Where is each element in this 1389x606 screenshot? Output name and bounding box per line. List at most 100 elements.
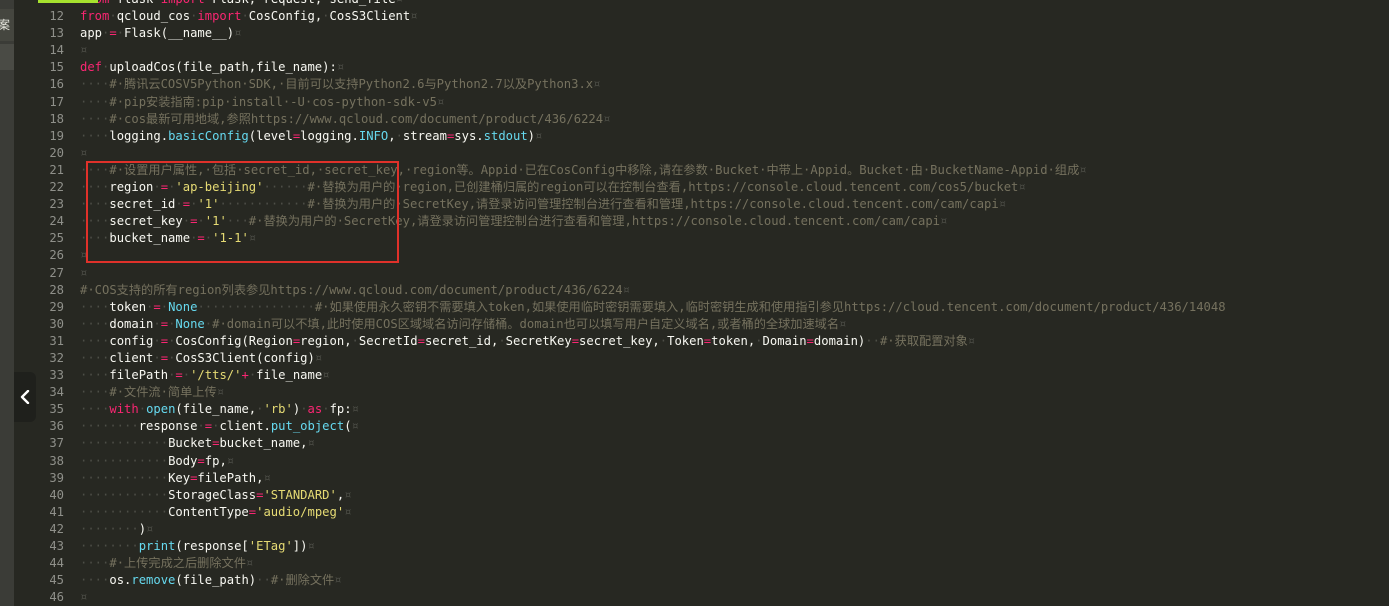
line-number: 44 xyxy=(49,556,64,571)
code-line[interactable]: 33 ····filePath·=·'/tts/'+·file_name¤ xyxy=(14,367,1389,384)
code-line[interactable]: 26 ¤ xyxy=(14,247,1389,264)
code-line[interactable]: 28 #·COS支持的所有region列表参见https://www.qcloud… xyxy=(14,282,1389,299)
code-line[interactable]: 19 ····logging.basicConfig(level=logging.… xyxy=(14,128,1389,145)
code-token: domain) xyxy=(813,333,866,348)
code-line[interactable]: 34 ····#·文件流·简单上传¤ xyxy=(14,384,1389,401)
code-token: ¤ xyxy=(535,128,543,143)
code-line[interactable]: 20 ¤ xyxy=(14,145,1389,162)
code-token: = xyxy=(160,316,169,331)
code-token: open xyxy=(146,402,176,417)
code-token: bucket_name, xyxy=(219,436,308,451)
code-token: ¤ xyxy=(622,282,630,297)
code-line[interactable]: 37 ············Bucket=bucket_name,¤ xyxy=(14,435,1389,452)
code-line[interactable]: 45 ····os.remove(file_path)··#·删除文件¤ xyxy=(14,572,1389,589)
code-token: ············ xyxy=(80,504,169,519)
line-number: 26 xyxy=(49,248,64,263)
code-text: ····client·=·CosS3Client(config)¤ xyxy=(80,351,322,365)
code-token: Domain xyxy=(762,333,807,348)
line-number: 41 xyxy=(49,504,64,519)
code-line[interactable]: 44 ····#·上传完成之后删除文件¤ xyxy=(14,555,1389,572)
line-number: 28 xyxy=(49,282,64,297)
code-token: 'ETag' xyxy=(248,539,293,553)
code-lines: 11from·flask·import·Flask,·request,·send… xyxy=(14,0,1389,606)
code-token: ···· xyxy=(80,556,110,571)
side-panel-tab-2[interactable] xyxy=(0,44,14,70)
code-text: ····config·=·CosConfig(Region=region,·Se… xyxy=(80,334,975,348)
code-token: ···· xyxy=(80,94,110,109)
code-line[interactable]: 38 ············Body=fp,¤ xyxy=(14,453,1389,470)
code-line[interactable]: 16 ····#·腾讯云COSV5Python·SDK,·目前可以支持Python… xyxy=(14,76,1389,93)
side-panel-tab[interactable]: 案 xyxy=(0,9,14,41)
code-token: = xyxy=(806,333,814,348)
code-token: (level xyxy=(248,128,293,143)
code-token: ( xyxy=(344,419,352,434)
code-line[interactable]: 39 ············Key=filePath,¤ xyxy=(14,470,1389,487)
code-line[interactable]: 25 ····bucket_name·=·'1-1'¤ xyxy=(14,230,1389,247)
code-token: ············ xyxy=(80,453,169,468)
code-line[interactable]: 11from·flask·import·Flask,·request,·send… xyxy=(14,0,1389,8)
code-token: · xyxy=(182,368,191,383)
code-token: ¤ xyxy=(998,197,1007,212)
code-token: ···· xyxy=(80,402,110,417)
code-line[interactable]: 18 ····#·cos最新可用地域,参照https://www.qcloud.c… xyxy=(14,111,1389,128)
code-token: '1-1' xyxy=(212,231,249,246)
code-line[interactable]: 13 app·=·Flask(__name__)¤ xyxy=(14,25,1389,42)
code-token: client. xyxy=(219,419,271,434)
code-token: ContentType xyxy=(168,504,249,519)
code-line[interactable]: 32 ····client·=·CosS3Client(config)¤ xyxy=(14,350,1389,367)
code-token: ¤ xyxy=(314,350,323,365)
code-text: ¤ xyxy=(80,248,87,262)
side-panel-tab-label: 案 xyxy=(0,18,11,32)
code-line[interactable]: 14 ¤ xyxy=(14,42,1389,59)
code-line[interactable]: 30 ····domain·=·None·#·domain可以不填,此时使用COS… xyxy=(14,316,1389,333)
code-token: secret_key, xyxy=(579,333,660,348)
line-number: 19 xyxy=(49,128,64,143)
code-line[interactable]: 35 ····with·open(file_name,·'rb')·as·fp:¤ xyxy=(14,401,1389,418)
code-line[interactable]: 22 ····region·=·'ap-beijing'······#·替换为用户… xyxy=(14,179,1389,196)
code-line[interactable]: 31 ····config·=·CosConfig(Region=region,·… xyxy=(14,333,1389,350)
code-token: ¤ xyxy=(263,470,271,485)
code-token: import xyxy=(161,0,205,6)
code-line[interactable]: 21 ····#·设置用户属性,·包括·secret_id,·secret_key… xyxy=(14,162,1389,179)
code-token: · xyxy=(153,316,161,331)
code-line[interactable]: 40 ············StorageClass='STANDARD',¤ xyxy=(14,487,1389,504)
code-line[interactable]: 17 ····#·pip安装指南:pip·install·-U·cos-pytho… xyxy=(14,94,1389,111)
code-text: ····domain·=·None·#·domain可以不填,此时使用COS区域… xyxy=(80,317,846,331)
code-line[interactable]: 23 ····secret_id·=·'1'············#·替换为用户… xyxy=(14,196,1389,213)
code-text: ············Body=fp,¤ xyxy=(80,454,234,468)
collapse-sidebar-button[interactable] xyxy=(14,372,36,422)
code-token: ¤ xyxy=(344,504,352,519)
code-line[interactable]: 36 ········response·=·client.put_object(¤ xyxy=(14,418,1389,435)
code-line[interactable]: 42 ········)¤ xyxy=(14,521,1389,538)
code-line[interactable]: 12 from·qcloud_cos·import·CosConfig,·CosS… xyxy=(14,8,1389,25)
code-token: ···· xyxy=(80,333,110,348)
code-text: ····#·cos最新可用地域,参照https://www.qcloud.com… xyxy=(80,112,610,126)
code-token: Bucket xyxy=(168,436,213,451)
code-token: #·腾讯云COSV5Python·SDK,·目前可以支持Python2.6与Py… xyxy=(109,77,594,92)
code-token: = xyxy=(160,350,169,365)
code-token: CosS3Client xyxy=(329,9,411,24)
code-token: fp, xyxy=(204,453,227,468)
code-token: ¤ xyxy=(351,419,359,434)
line-number: 39 xyxy=(49,470,64,485)
code-token: fp: xyxy=(329,402,352,417)
code-token: os. xyxy=(109,573,132,588)
code-token: ···· xyxy=(80,77,110,92)
code-line[interactable]: 24 ····secret_key·=·'1'···#·替换为用户的·Secret… xyxy=(14,213,1389,230)
code-token: domain xyxy=(109,316,154,331)
code-token: with xyxy=(109,402,139,417)
code-text: ····bucket_name·=·'1-1'¤ xyxy=(80,231,256,245)
code-line[interactable]: 46 ¤ xyxy=(14,589,1389,606)
code-line[interactable]: 43 ········print(response['ETag'])¤ xyxy=(14,538,1389,555)
code-line[interactable]: 29 ····token·=·None················#·如果使用… xyxy=(14,299,1389,316)
code-text: ········)¤ xyxy=(80,522,153,536)
code-editor[interactable]: 11from·flask·import·Flask,·request,·send… xyxy=(14,0,1389,606)
line-number: 20 xyxy=(49,145,64,160)
code-line[interactable]: 15 def·uploadCos(file_path,file_name):¤ xyxy=(14,59,1389,76)
code-token: ¤ xyxy=(396,0,403,6)
code-token: · xyxy=(109,0,116,6)
code-line[interactable]: 27 ¤ xyxy=(14,265,1389,282)
code-token: ···· xyxy=(80,111,110,126)
line-number: 23 xyxy=(49,197,64,212)
code-line[interactable]: 41 ············ContentType='audio/mpeg'¤ xyxy=(14,504,1389,521)
